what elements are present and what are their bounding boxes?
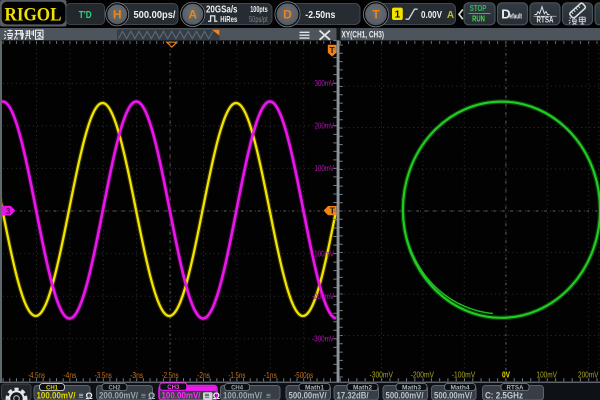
svg-text:100.00mV/: 100.00mV/ [162, 391, 201, 400]
svg-text:RIGOL: RIGOL [5, 5, 62, 26]
svg-text:500.00mV/: 500.00mV/ [434, 391, 472, 400]
svg-text:500.00mV/: 500.00mV/ [386, 391, 424, 400]
svg-text:-2.5ns: -2.5ns [162, 371, 179, 380]
svg-text:1: 1 [395, 9, 401, 20]
svg-text:-4ns: -4ns [63, 371, 76, 380]
svg-text:100mV: 100mV [315, 164, 335, 173]
svg-text:0.00V: 0.00V [421, 10, 442, 21]
svg-text:17.32dB/: 17.32dB/ [337, 391, 369, 400]
svg-text:A: A [188, 8, 197, 22]
svg-text:efault: efault [510, 12, 523, 21]
svg-text:Ω: Ω [213, 391, 220, 400]
svg-text:T: T [329, 45, 335, 55]
svg-text:100pts: 100pts [250, 4, 268, 14]
svg-text:≡: ≡ [205, 391, 210, 400]
svg-text:200mV: 200mV [315, 122, 335, 131]
svg-text:-100mV: -100mV [312, 249, 335, 258]
svg-text:-1.5ns: -1.5ns [228, 371, 245, 380]
svg-text:XY(CH1, CH3): XY(CH1, CH3) [342, 29, 385, 40]
svg-text:100.00mV/: 100.00mV/ [223, 391, 262, 400]
svg-text:Ω: Ω [148, 391, 155, 400]
svg-text:-300mV: -300mV [312, 335, 335, 344]
svg-text:Ω: Ω [86, 391, 93, 400]
svg-text:200.00mV/: 200.00mV/ [99, 391, 138, 400]
svg-text:-200mV: -200mV [411, 370, 435, 379]
svg-text:C: 2.5GHz: C: 2.5GHz [485, 391, 523, 400]
svg-text:100mV: 100mV [537, 370, 558, 379]
svg-text:500.00mV/: 500.00mV/ [289, 391, 327, 400]
svg-text:T: T [372, 8, 380, 22]
svg-text:100.00mV/: 100.00mV/ [37, 391, 76, 400]
svg-text:-300mV: -300mV [370, 370, 394, 379]
svg-text:-500ps: -500ps [294, 371, 313, 380]
svg-text:-4.5ns: -4.5ns [28, 371, 45, 380]
svg-text:3: 3 [6, 206, 11, 216]
svg-text:200mV: 200mV [578, 370, 599, 379]
svg-text:-3.5ns: -3.5ns [95, 371, 112, 380]
svg-text:-1ns: -1ns [264, 371, 277, 380]
svg-text:D: D [283, 8, 292, 22]
svg-text:RUN: RUN [472, 14, 485, 24]
svg-text:-2.50ns: -2.50ns [305, 9, 335, 21]
svg-text:300mV: 300mV [315, 79, 335, 88]
svg-text:≡: ≡ [141, 391, 146, 400]
svg-text:STOP: STOP [470, 4, 487, 13]
svg-text:≡: ≡ [79, 391, 84, 400]
svg-text:A: A [447, 10, 454, 21]
svg-text:-2ns: -2ns [197, 371, 210, 380]
svg-text:-3ns: -3ns [130, 371, 143, 380]
svg-text:≡: ≡ [266, 391, 271, 400]
svg-text:HiRes: HiRes [220, 14, 237, 24]
svg-text:0V: 0V [502, 370, 511, 379]
svg-text:T'D: T'D [79, 9, 92, 21]
svg-text:-100mV: -100mV [452, 370, 476, 379]
svg-text:500.00ps/: 500.00ps/ [134, 9, 176, 21]
svg-text:-200mV: -200mV [312, 292, 335, 301]
svg-text:H: H [113, 8, 122, 22]
svg-text:50ps/pt: 50ps/pt [249, 14, 268, 24]
